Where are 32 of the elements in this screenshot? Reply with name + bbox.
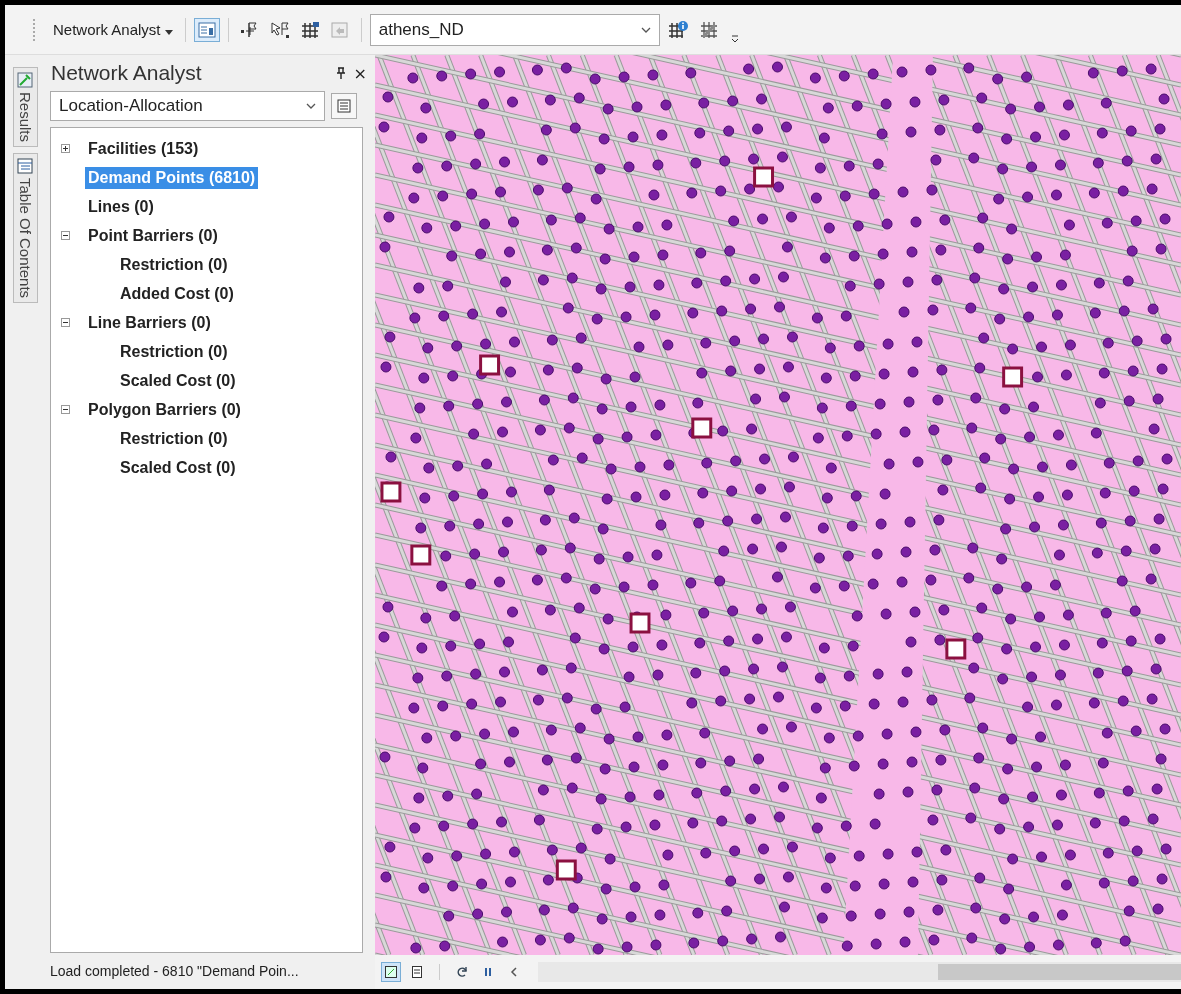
table-icon — [17, 158, 33, 175]
network-dataset-dropdown[interactable]: athens_ND — [369, 13, 660, 46]
panel-title: Network Analyst — [51, 61, 203, 85]
tree-item[interactable]: Lines (0) — [85, 195, 157, 218]
close-button[interactable]: × — [353, 63, 367, 83]
caret-icon — [164, 30, 173, 35]
tree-item[interactable]: Restriction (0) — [117, 253, 231, 276]
tree-item[interactable]: Restriction (0) — [117, 340, 231, 363]
data-view-icon[interactable] — [381, 962, 401, 982]
tree-item[interactable]: Scaled Cost (0) — [117, 369, 239, 392]
tree-item[interactable]: Polygon Barriers (0) — [85, 398, 244, 421]
tree-item[interactable]: Added Cost (0) — [117, 282, 237, 305]
horizontal-scrollbar[interactable] — [538, 962, 1181, 982]
side-tab[interactable]: Results — [12, 67, 38, 148]
collapse-icon[interactable] — [61, 231, 70, 240]
layer-properties-icon[interactable] — [331, 93, 357, 119]
tree-item[interactable]: Point Barriers (0) — [85, 224, 221, 247]
chevron-down-icon — [306, 102, 316, 110]
network-analyst-menu[interactable]: Network Analyst — [49, 19, 177, 40]
tree-item[interactable]: Line Barriers (0) — [85, 311, 214, 334]
tree-item[interactable]: Scaled Cost (0) — [117, 456, 239, 479]
chevron-down-icon — [640, 25, 651, 34]
window-toggle-icon[interactable] — [193, 17, 220, 42]
side-tab[interactable]: Table Of Contents — [12, 153, 38, 304]
tree-item[interactable]: Restriction (0) — [117, 427, 231, 450]
collapse-icon[interactable] — [61, 318, 70, 327]
tree-item[interactable]: Facilities (153) — [85, 137, 202, 160]
collapse-icon[interactable] — [61, 405, 70, 414]
analysis-layer-dropdown[interactable]: Location-Allocation — [50, 91, 325, 121]
status-text: Load completed - 6810 "Demand Poin... — [49, 962, 300, 981]
results-icon — [17, 72, 33, 88]
expand-icon[interactable] — [61, 144, 70, 153]
